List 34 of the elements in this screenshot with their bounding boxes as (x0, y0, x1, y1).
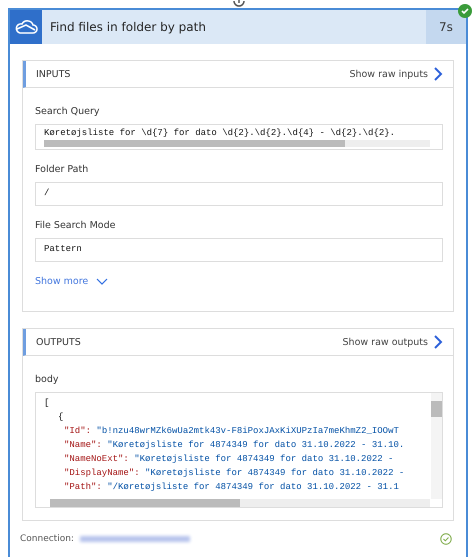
show-raw-outputs-link[interactable]: Show raw outputs (342, 335, 443, 349)
scrollbar[interactable] (44, 140, 430, 147)
json-line: { (57, 411, 64, 424)
field-label: File Search Mode (35, 220, 116, 231)
input-field[interactable]: / (35, 182, 443, 206)
json-line: "Path": "/Køretøjsliste for 4874349 for dato 31.10.2022 - 31.1 (63, 481, 399, 494)
input-field[interactable]: Køretøjsliste for \d{7} for dato \d{2}.\d{2}.\d{4} - \d{2}.\d{2}. (35, 124, 443, 150)
json-line: "Id": "b!nzu48wrMZk6wUa2mtk43v-F8iPoxJAxKiXUPzIa7meKhmZ2_IOOwT (63, 425, 399, 438)
show-more-link[interactable]: Show more (35, 276, 108, 287)
connector-icon (232, 0, 246, 8)
field-value: Køretøjsliste for \d{7} for dato \d{2}.\d{2}.\d{4} - \d{2}.\d{2}. (44, 127, 396, 140)
scrollbar[interactable] (50, 499, 430, 507)
json-line: "DisplayName": "Køretøjsliste for 4874349 for dato 31.10.2022 - (63, 467, 404, 480)
section-heading: OUTPUTS (36, 336, 81, 348)
chevron-right-icon (434, 67, 443, 81)
action-title: Find files in folder by path (49, 20, 207, 34)
scrollbar[interactable] (431, 393, 442, 499)
input-field[interactable]: Pattern (35, 238, 443, 262)
json-viewer[interactable] (35, 392, 443, 508)
field-label: Folder Path (35, 164, 90, 175)
duration-label: 7s (426, 10, 466, 44)
chevron-right-icon (434, 335, 443, 349)
field-value: / (44, 187, 50, 200)
field-label: body (35, 374, 60, 385)
cloud-icon (14, 19, 38, 35)
field-value: Pattern (44, 243, 82, 256)
chevron-down-icon (96, 278, 108, 285)
json-line: [ (44, 397, 50, 410)
json-line: "Name": "Køretøjsliste for 4874349 for dato 31.10.2022 - 31.10. (63, 439, 404, 452)
field-label: Search Query (35, 106, 101, 117)
show-raw-inputs-link[interactable]: Show raw inputs (349, 67, 443, 81)
section-heading: INPUTS (36, 68, 70, 80)
connection-label: Connection: (20, 534, 74, 544)
json-line: "NameNoExt": "Køretøjsliste for 4874349 for dato 31.10.2022 - (63, 453, 394, 466)
